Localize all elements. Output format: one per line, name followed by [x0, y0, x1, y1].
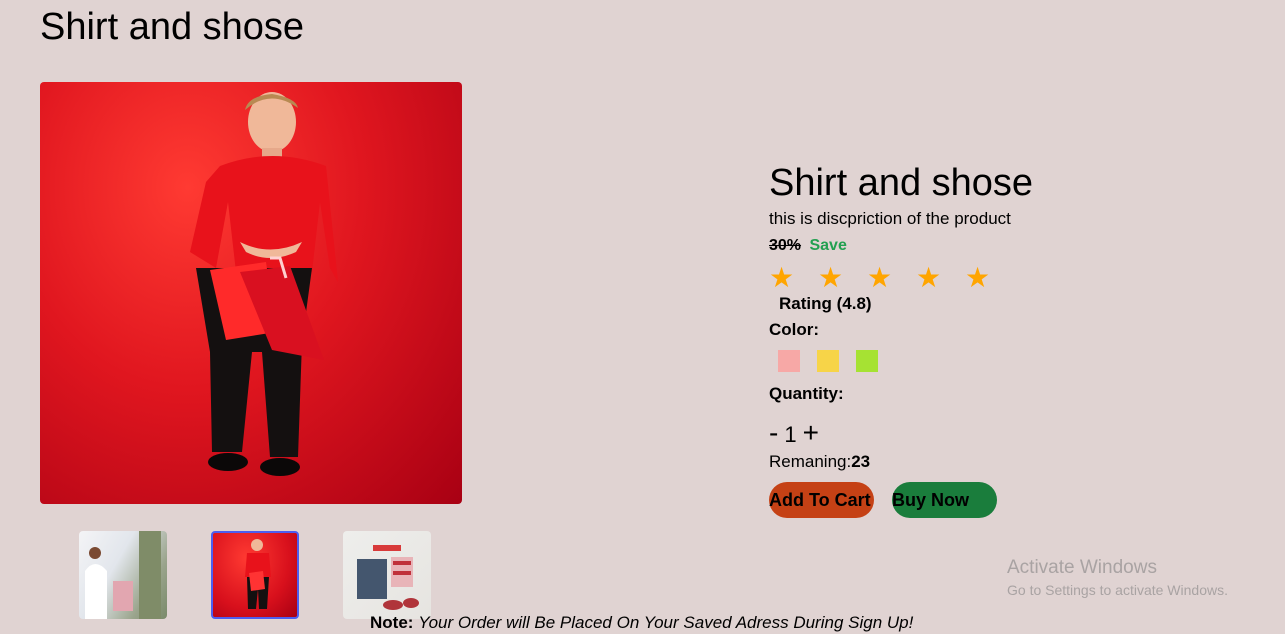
star-icon: ★ — [818, 262, 844, 293]
decrement-button[interactable]: - — [769, 419, 778, 447]
model-photo-illustration — [190, 92, 338, 476]
note-label: Note: — [370, 613, 414, 632]
thumbnail-3[interactable] — [343, 531, 431, 619]
star-icon: ★ — [916, 262, 942, 293]
star-icon: ★ — [965, 262, 991, 293]
thumbnail-2-photo — [245, 539, 271, 609]
product-description: this is discpriction of the product — [769, 209, 1011, 228]
remaining-label: Remaning: — [769, 452, 852, 471]
color-swatch-yellow[interactable] — [817, 350, 839, 372]
thumbnail-1[interactable] — [79, 531, 167, 619]
rating-text: Rating (4.8) — [779, 294, 872, 313]
color-swatch-pink[interactable] — [778, 350, 800, 372]
thumbnail-2-selected[interactable] — [211, 531, 299, 619]
color-label: Color: — [769, 320, 820, 339]
product-name: Shirt and shose — [769, 162, 1034, 204]
discount-row: 30% Save — [769, 235, 1169, 257]
add-to-cart-button[interactable]: Add To Cart — [769, 482, 874, 518]
main-product-image — [40, 82, 462, 504]
product-page: Shirt and shose Shirt and shose this is … — [0, 0, 1285, 634]
quantity-value: 1 — [784, 422, 797, 447]
page-title: Shirt and shose — [40, 6, 305, 48]
remaining-value: 23 — [851, 452, 871, 471]
star-icon: ★ — [867, 262, 893, 293]
increment-button[interactable]: + — [803, 419, 819, 447]
watermark-title: Activate Windows — [1007, 557, 1157, 578]
thumbnail-3-photo — [357, 545, 419, 610]
action-buttons: Add To Cart Buy Now — [769, 482, 1169, 518]
buy-now-button[interactable]: Buy Now — [892, 482, 997, 518]
order-note: Note: Your Order will Be Placed On Your … — [370, 612, 913, 634]
quantity-label: Quantity: — [769, 384, 844, 403]
activate-windows-watermark: Activate Windows Go to Settings to activ… — [1007, 556, 1228, 600]
note-text: Your Order will Be Placed On Your Saved … — [418, 613, 914, 632]
remaining-stock: Remaning:23 — [769, 451, 1169, 473]
save-label: Save — [809, 237, 847, 254]
quantity-stepper: - 1 + — [769, 418, 1169, 448]
thumbnail-1-photo — [85, 531, 161, 619]
color-swatches — [778, 350, 1169, 372]
product-info: Shirt and shose this is discpriction of … — [769, 160, 1169, 518]
star-icon: ★ — [769, 262, 795, 293]
watermark-subtitle: Go to Settings to activate Windows. — [1007, 582, 1228, 598]
discount-percent: 30% — [769, 237, 802, 254]
color-swatch-green[interactable] — [856, 350, 878, 372]
rating-stars: ★ ★ ★ ★ ★ — [769, 263, 1169, 293]
